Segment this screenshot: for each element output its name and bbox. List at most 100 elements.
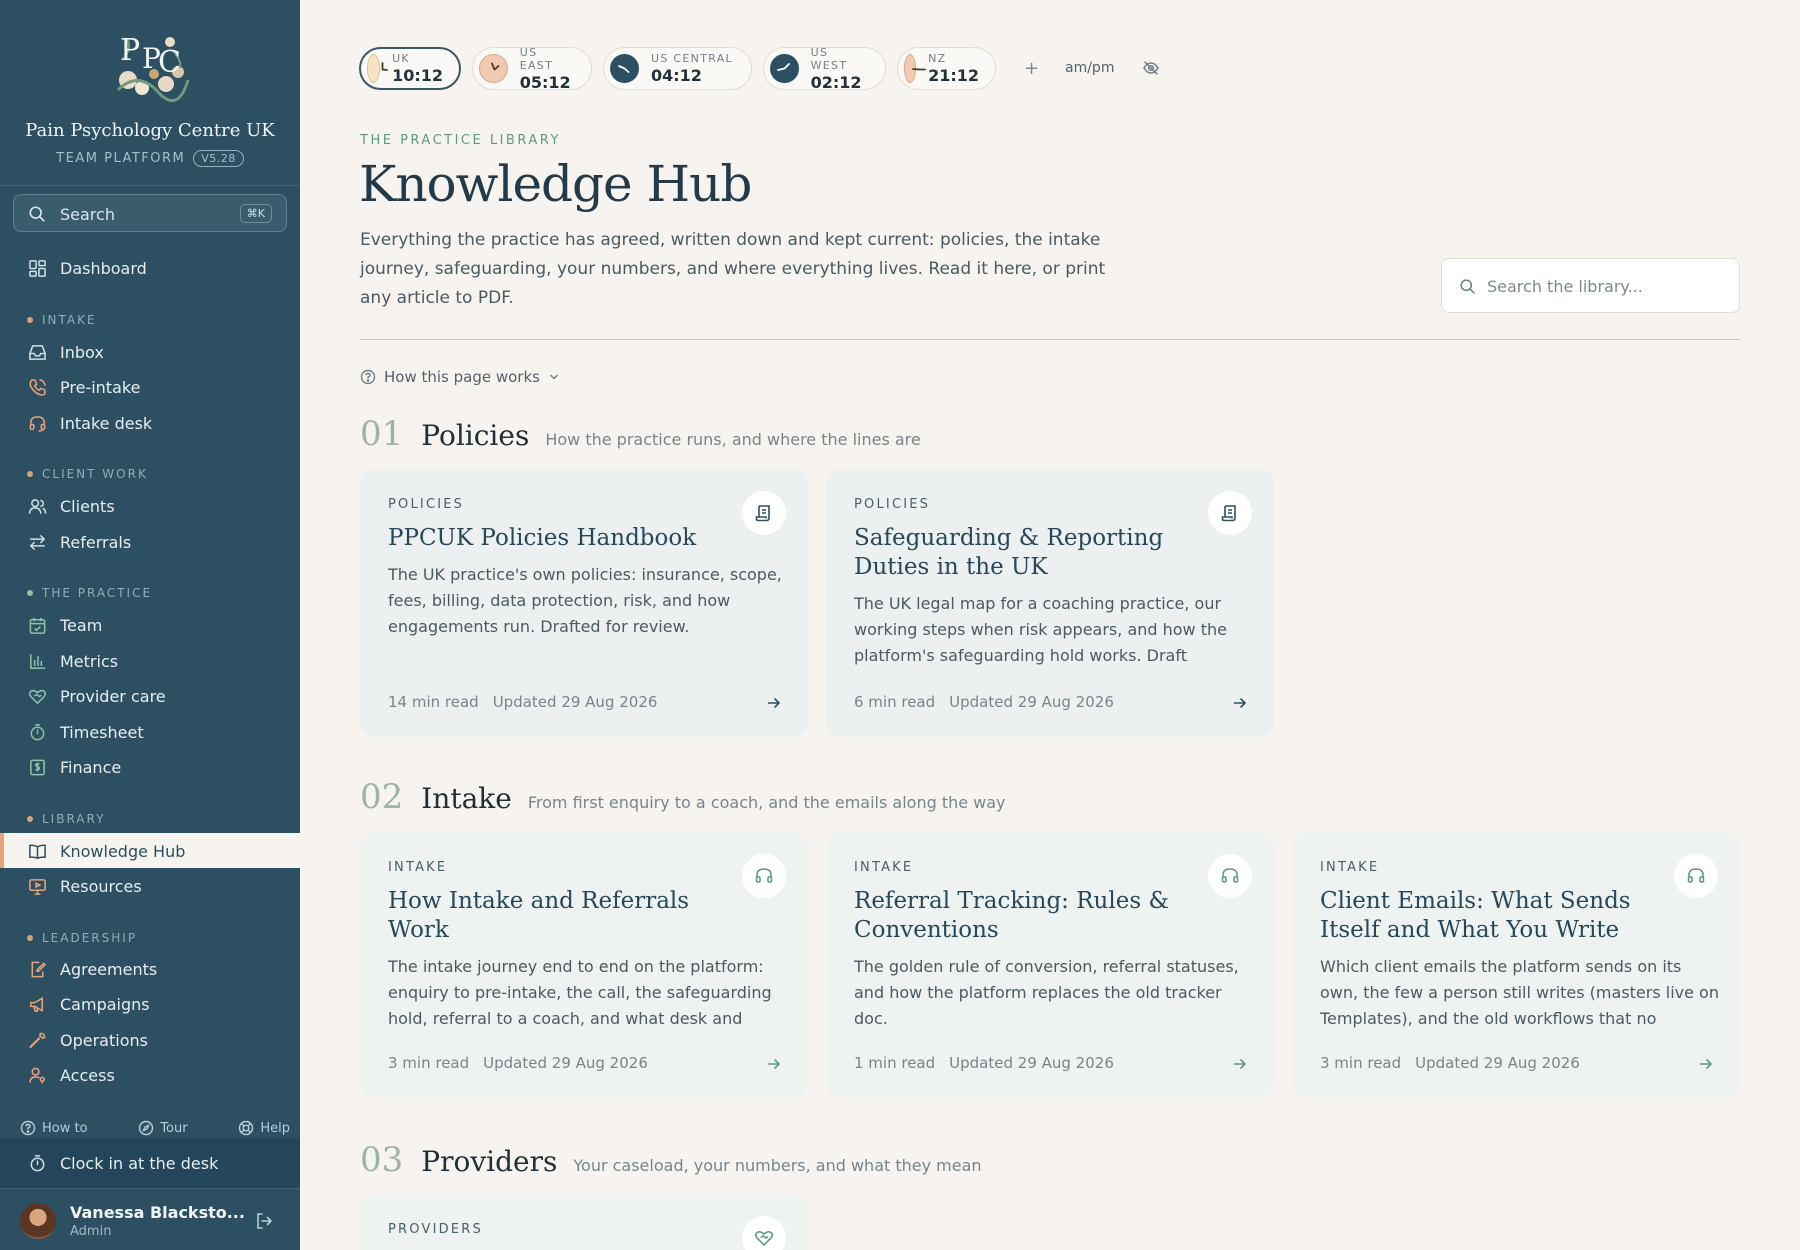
section-number: 01 [360, 414, 404, 454]
clock-us-east[interactable]: US EAST 05:12 [472, 45, 592, 92]
section-description: Your caseload, your numbers, and what th… [573, 1156, 982, 1175]
sidebar-item-metrics[interactable]: Metrics [0, 644, 300, 678]
card-category: INTAKE [388, 860, 448, 875]
clock-us-west[interactable]: US WEST 02:12 [763, 46, 886, 92]
clock-zone: US CENTRAL [651, 52, 733, 65]
clock-time: 10:12 [392, 66, 443, 85]
sidebar-item-team[interactable]: Team [0, 608, 300, 642]
section-label-text: LIBRARY [42, 812, 106, 826]
clock-nz[interactable]: NZ 21:12 [897, 47, 996, 90]
header-divider [360, 339, 1740, 340]
avatar[interactable] [20, 1203, 56, 1239]
help-link[interactable]: Help [238, 1120, 290, 1136]
calendar-check-icon [29, 617, 46, 634]
scroll-icon [1221, 505, 1236, 522]
monitor-play-icon [29, 878, 46, 895]
clock-face-icon [610, 54, 639, 83]
sidebar-item-provider-care[interactable]: Provider care [0, 679, 300, 713]
card-category: PROVIDERS [388, 1222, 483, 1237]
clock-time: 21:12 [928, 66, 979, 85]
library-search-input[interactable]: Search the library... [1441, 258, 1740, 313]
clock-zone: US EAST [519, 45, 554, 72]
how-to-link[interactable]: How to [20, 1120, 88, 1136]
logout-icon[interactable] [254, 1211, 274, 1231]
sidebar-item-label: Inbox [60, 342, 104, 362]
sidebar-item-knowledge-hub[interactable]: Knowledge Hub [0, 834, 300, 868]
sidebar-item-label: Operations [60, 1030, 148, 1050]
page-title: Knowledge Hub [359, 155, 752, 213]
org-subtitle: TEAM PLATFORM V5.28 [0, 150, 300, 167]
section-dot [27, 471, 33, 477]
sidebar-item-clients[interactable]: Clients [0, 489, 300, 523]
article-card[interactable]: POLICIES PPCUK Policies Handbook The UK … [360, 469, 808, 737]
section-title: Policies [421, 419, 530, 452]
user-role: Admin [70, 1224, 112, 1239]
section-description: From first enquiry to a coach, and the e… [527, 793, 1006, 812]
section-number: 02 [360, 777, 404, 817]
sidebar-item-timesheet[interactable]: Timesheet [0, 715, 300, 749]
sidebar-item-resources[interactable]: Resources [0, 869, 300, 903]
sidebar-item-access[interactable]: Access [0, 1058, 300, 1092]
how-to-label: How to [42, 1120, 88, 1136]
section-dot [27, 935, 33, 941]
sidebar-search[interactable]: Search ⌘K [13, 194, 287, 232]
how-this-page-works-toggle[interactable]: How this page works [360, 368, 560, 386]
clock-uk[interactable]: UK 10:12 [359, 47, 461, 90]
updated-date: Updated 29 Aug 2026 [483, 1054, 648, 1072]
article-card[interactable]: PROVIDERS [360, 1194, 808, 1250]
sidebar-item-pre-intake[interactable]: Pre-intake [0, 370, 300, 404]
clock-in-button[interactable]: Clock in at the desk [0, 1138, 300, 1188]
clock-face-icon [770, 54, 799, 83]
sidebar-item-agreements[interactable]: Agreements [0, 952, 300, 986]
updated-date: Updated 29 Aug 2026 [492, 693, 658, 711]
read-time: 6 min read [854, 693, 936, 711]
sidebar-item-label: Team [60, 615, 103, 635]
question-circle-icon [360, 369, 376, 385]
file-signature-icon [31, 961, 47, 977]
sidebar-item-finance[interactable]: Finance [0, 750, 300, 784]
version-badge: V5.28 [193, 150, 244, 167]
card-category: POLICIES [388, 497, 465, 512]
tour-label: Tour [160, 1120, 188, 1136]
inbox-icon [29, 344, 46, 360]
sidebar-item-operations[interactable]: Operations [0, 1023, 300, 1057]
article-card[interactable]: INTAKE Client Emails: What Sends Itself … [1292, 832, 1740, 1098]
article-card[interactable]: POLICIES Safeguarding & Reporting Duties… [826, 469, 1274, 737]
time-format-toggle[interactable]: am/pm [1065, 60, 1114, 76]
eye-off-icon[interactable] [1142, 59, 1160, 77]
card-category: INTAKE [1320, 860, 1380, 875]
section-label-text: LEADERSHIP [42, 931, 138, 945]
card-title: Referral Tracking: Rules & Conventions [854, 888, 1169, 943]
card-icon-badge [742, 854, 786, 898]
add-clock-button[interactable]: + [1024, 58, 1039, 79]
search-shortcut-badge: ⌘K [239, 204, 272, 223]
card-meta: 14 min read Updated 29 Aug 2026 [388, 693, 657, 711]
headset-icon [755, 868, 773, 883]
sidebar-item-label: Dashboard [60, 258, 147, 278]
article-card[interactable]: INTAKE Referral Tracking: Rules & Conven… [826, 832, 1274, 1098]
card-meta: 3 min read Updated 29 Aug 2026 [388, 1054, 648, 1072]
card-meta: 6 min read Updated 29 Aug 2026 [854, 693, 1114, 711]
sidebar-item-intake-desk[interactable]: Intake desk [0, 406, 300, 440]
card-title: Safeguarding & Reporting Duties in the U… [854, 525, 1164, 580]
sidebar-item-campaigns[interactable]: Campaigns [0, 987, 300, 1021]
sidebar-item-label: Timesheet [60, 722, 144, 742]
card-category: POLICIES [854, 497, 931, 512]
article-card[interactable]: INTAKE How Intake and Referrals Work The… [360, 832, 808, 1098]
sidebar-item-label: Access [60, 1065, 115, 1085]
read-time: 3 min read [1320, 1054, 1402, 1072]
card-meta: 3 min read Updated 29 Aug 2026 [1320, 1054, 1580, 1072]
card-description: The golden rule of conversion, referral … [854, 957, 1239, 1028]
sidebar-item-inbox[interactable]: Inbox [0, 335, 300, 369]
section-label-text: INTAKE [42, 313, 97, 327]
tour-link[interactable]: Tour [138, 1120, 188, 1136]
sidebar-item-referrals[interactable]: Referrals [0, 525, 300, 559]
org-logo: P P C [108, 20, 194, 103]
user-key-icon [29, 1067, 45, 1084]
arrow-right-icon [1233, 698, 1247, 708]
card-description: The intake journey end to end on the pla… [388, 957, 772, 1028]
read-time: 3 min read [388, 1054, 470, 1072]
section-dot [27, 317, 33, 323]
sidebar-item-dashboard[interactable]: Dashboard [0, 251, 300, 285]
clock-us-central[interactable]: US CENTRAL 04:12 [603, 47, 752, 90]
